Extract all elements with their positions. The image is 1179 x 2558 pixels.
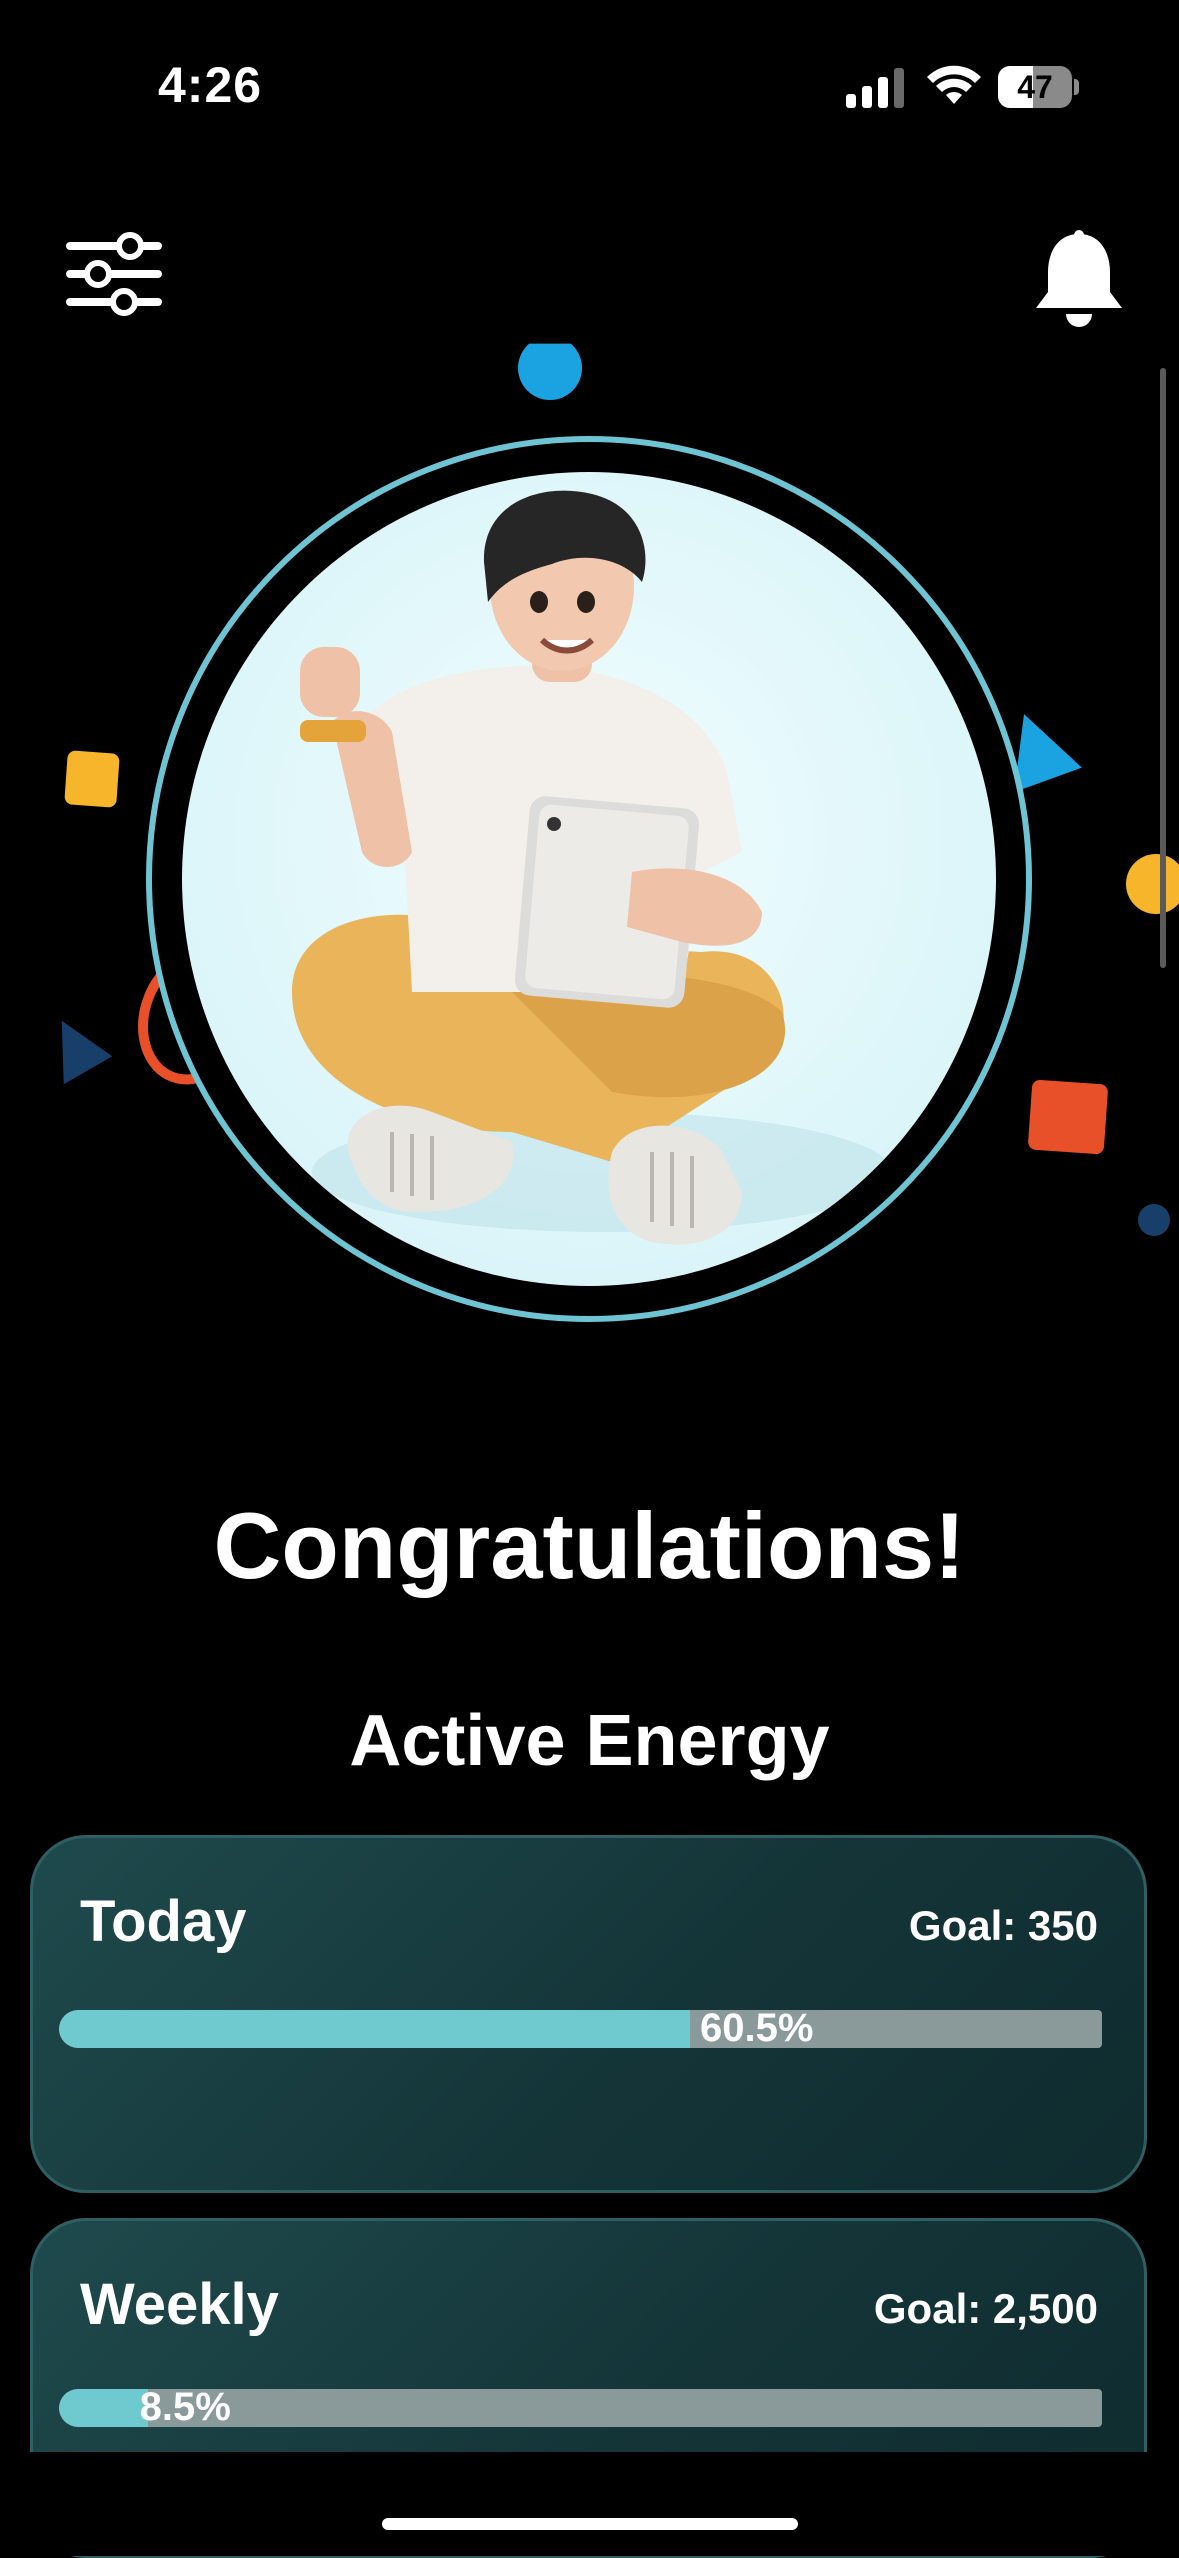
bell-icon [1036,230,1122,327]
avatar-illustration [182,472,996,1286]
confetti-blue-dot [518,343,582,400]
cellular-signal-icon [846,68,904,108]
sliders-icon [66,232,162,316]
progress-bar: 60.5% [59,2010,1102,2048]
confetti-navy-triangle [35,1007,113,1085]
filter-settings-button[interactable] [64,232,164,316]
progress-fill [59,2010,690,2048]
metric-title: Active Energy [349,1701,830,1781]
card-label: Today [80,1889,247,1954]
home-indicator[interactable] [382,2518,798,2530]
status-bar: 4:26 47 [0,0,1179,160]
avatar-ring [146,436,1032,1322]
progress-percent: 8.5% [139,2389,231,2427]
goal-text: Goal: 2,500 [873,2285,1098,2332]
battery-icon: 47 [998,66,1079,108]
goal-text: Goal: 350 [908,1902,1098,1949]
confetti-yellow-dot [1126,854,1179,914]
wifi-icon [927,65,981,104]
confetti-yellow-square [64,750,120,808]
scrollbar[interactable] [1160,368,1166,968]
progress-percent: 60.5% [700,2010,814,2048]
today-progress-card[interactable]: Today Goal: 350 60.5% [30,1835,1147,2193]
confetti-orange-square [1027,1079,1109,1155]
confetti-navy-dot [1138,1204,1170,1236]
notifications-button[interactable] [1030,230,1128,332]
progress-fill [59,2389,148,2427]
card-label: Weekly [80,2272,279,2337]
battery-level: 47 [1017,69,1053,105]
congratulations-heading: Congratulations! [213,1493,966,1598]
bottom-safe-area [0,2452,1179,2556]
celebration-illustration [0,340,1179,1340]
status-time: 4:26 [158,57,263,113]
person-illustration [292,490,892,1245]
progress-bar: 8.5% [59,2389,1102,2427]
